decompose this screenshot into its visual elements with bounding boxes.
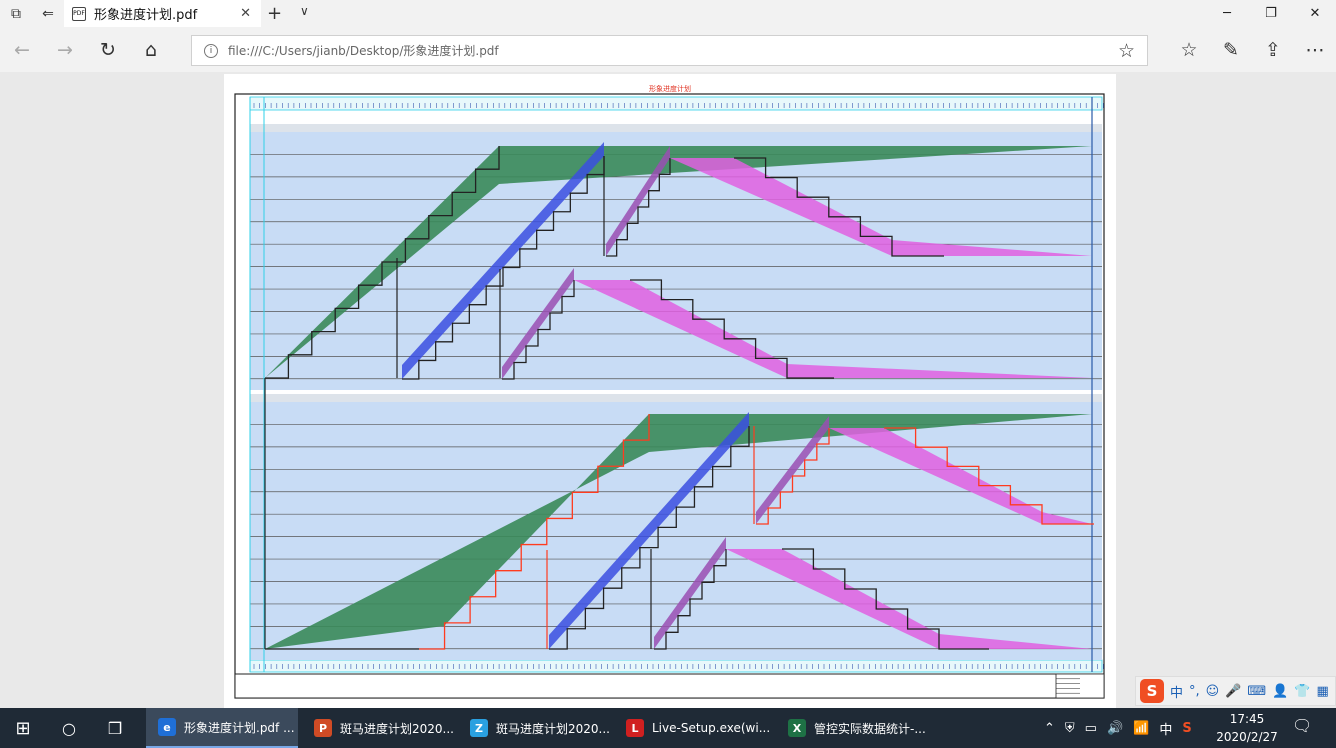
show-aside-tabs-icon[interactable]: ⇐ [32,0,64,27]
window-close-icon[interactable]: ✕ [1292,0,1336,27]
taskbar-item-excel[interactable]: X 管控实际数据统计-... [776,708,932,748]
share-icon[interactable]: ⇪ [1260,37,1286,63]
notification-center-icon[interactable]: 🗨 [1292,716,1312,735]
sogou-logo-icon[interactable]: S [1140,679,1164,703]
punctuation-icon[interactable]: °, [1189,684,1200,699]
title-block [234,673,1105,699]
document-title: 形象进度计划 [649,84,691,93]
system-tray: ⌃ ⛨ ▭ 🔊 📶 中 S [1044,708,1192,748]
task-view-icon[interactable]: ❒ [92,708,138,748]
pdf-icon: PDF [72,6,86,21]
skin-icon[interactable]: 👕 [1294,684,1310,699]
forward-icon[interactable]: → [52,37,78,63]
panel-band [250,394,1102,402]
keyboard-icon[interactable]: ⌨ [1247,684,1266,699]
close-tab-icon[interactable]: ✕ [240,6,251,21]
battery-icon[interactable]: ▭ [1085,721,1097,736]
clock-time: 17:45 [1229,712,1265,726]
taskbar-item-label: 斑马进度计划2020... [340,721,454,736]
restore-icon[interactable]: ❐ [1248,0,1294,27]
clock-date: 2020/2/27 [1216,730,1278,744]
sogou-tray-icon[interactable]: S [1182,721,1191,736]
toolbox-icon[interactable]: ▦ [1317,684,1329,699]
address-bar[interactable]: i file:///C:/Users/jianb/Desktop/形象进度计划.… [191,35,1148,66]
taskbar-item-edge[interactable]: e 形象进度计划.pdf ... [146,708,298,748]
microphone-icon[interactable]: 🎤 [1225,684,1241,699]
windows-start-icon[interactable]: ⊞ [0,708,46,748]
cortana-icon[interactable]: ○ [46,708,92,748]
new-tab-icon[interactable]: + [267,3,282,24]
chevron-down-icon[interactable]: ∨ [300,4,309,18]
edge-icon: e [158,718,176,736]
taskbar-item-live-setup[interactable]: L Live-Setup.exe(wi... [614,708,774,748]
pdf-page: 形象进度计划 [224,74,1116,708]
network-icon[interactable]: 📶 [1133,721,1149,736]
user-icon[interactable]: 👤 [1272,684,1288,699]
info-icon[interactable]: i [204,43,218,58]
live-icon: L [626,719,644,737]
panel-band [250,124,1102,132]
taskbar-item-label: 形象进度计划.pdf ... [184,720,295,735]
progress-diagram: 形象进度计划 [234,84,1105,699]
input-language[interactable]: 中 [1159,719,1172,738]
excel-icon: X [788,719,806,737]
powerpoint-icon: P [314,719,332,737]
taskbar-item-label: 斑马进度计划2020... [496,721,610,736]
show-hidden-icons-icon[interactable]: ⌃ [1044,721,1055,736]
taskbar-item-zebra[interactable]: Z 斑马进度计划2020... [458,708,610,748]
ime-toolbar[interactable]: S 中 °, ☺ 🎤 ⌨ 👤 👕 ▦ [1135,676,1336,706]
favorites-list-icon[interactable]: ☆ [1176,37,1202,63]
back-icon[interactable]: ← [9,37,35,63]
volume-icon[interactable]: 🔊 [1107,721,1123,736]
tab-title: 形象进度计划.pdf [94,8,198,23]
taskbar-item-powerpoint[interactable]: P 斑马进度计划2020... [302,708,454,748]
pen-icon[interactable]: ✎ [1218,37,1244,63]
favorite-star-icon[interactable]: ☆ [1118,40,1135,62]
minimize-icon[interactable]: ─ [1204,0,1250,27]
title-block-cell [1055,673,1105,699]
tab-active[interactable]: PDF 形象进度计划.pdf ✕ [64,0,261,27]
set-tabs-aside-icon[interactable]: ⧉ [0,0,32,27]
zebra-icon: Z [470,719,488,737]
home-icon[interactable]: ⌂ [138,37,164,63]
address-text: file:///C:/Users/jianb/Desktop/形象进度计划.pd… [228,44,499,58]
more-icon[interactable]: ⋯ [1302,37,1328,63]
refresh-icon[interactable]: ↻ [95,37,121,63]
clock[interactable]: 17:45 2020/2/27 [1216,710,1278,746]
taskbar-item-label: 管控实际数据统计-... [814,721,926,736]
security-icon[interactable]: ⛨ [1065,721,1075,736]
emoji-icon[interactable]: ☺ [1206,684,1220,699]
ime-mode[interactable]: 中 [1170,682,1183,701]
taskbar-item-label: Live-Setup.exe(wi... [652,721,771,735]
